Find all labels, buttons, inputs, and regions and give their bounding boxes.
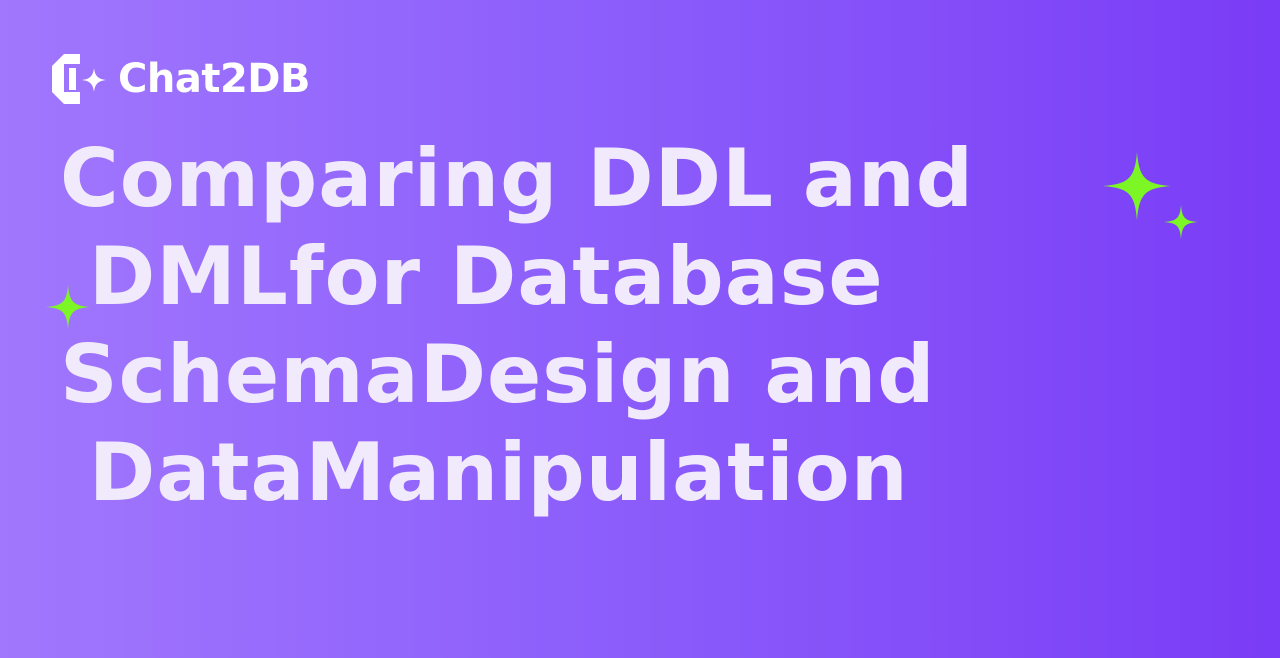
title-line-3: SchemaDesign and — [60, 328, 936, 421]
title-line-1: Comparing DDL and — [60, 132, 975, 225]
sparkle-icon — [1164, 205, 1198, 239]
banner: Chat2DB Comparing DDL and DMLfor Databas… — [0, 0, 1280, 658]
chat2db-logo-icon — [52, 54, 106, 104]
title-line-2: DMLfor Database — [60, 230, 884, 323]
brand-logo: Chat2DB — [50, 52, 310, 106]
brand-name: Chat2DB — [118, 56, 310, 102]
title-line-4: DataManipulation — [60, 426, 909, 519]
sparkle-icon — [46, 285, 90, 329]
sparkle-icon — [1103, 152, 1171, 220]
page-title: Comparing DDL and DMLfor Database Schema… — [60, 130, 974, 522]
